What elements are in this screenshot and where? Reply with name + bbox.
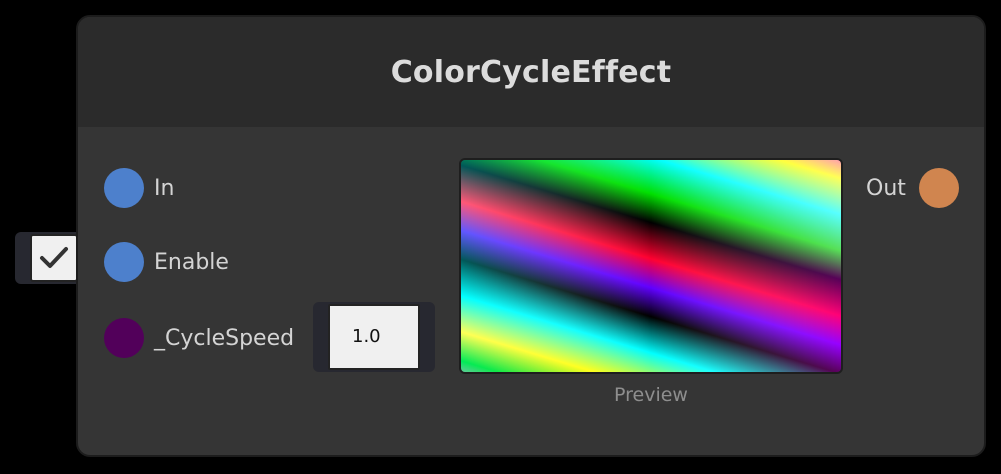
graph-canvas[interactable]: ColorCycleEffect In Enable _CycleSpeed O… — [0, 0, 1001, 474]
cyclespeed-field-frame: 1.0 — [313, 302, 435, 372]
port-in-label: In — [154, 176, 175, 201]
port-enable-label: Enable — [154, 250, 229, 275]
port-cyclespeed-label: _CycleSpeed — [154, 326, 295, 351]
port-in-icon[interactable] — [104, 168, 144, 208]
port-out-icon[interactable] — [919, 168, 959, 208]
cyclespeed-input[interactable]: 1.0 — [328, 304, 420, 370]
port-cyclespeed-icon[interactable] — [104, 318, 144, 358]
checkmark-icon — [40, 247, 68, 268]
node-title: ColorCycleEffect — [390, 54, 672, 90]
enable-checkbox[interactable] — [30, 234, 78, 282]
preview-caption: Preview — [614, 384, 688, 406]
preview-image — [459, 158, 843, 374]
preview-gradient-graphic — [461, 160, 841, 372]
node-header[interactable]: ColorCycleEffect — [78, 17, 984, 127]
port-enable-icon[interactable] — [104, 242, 144, 282]
port-out-label: Out — [866, 176, 906, 201]
